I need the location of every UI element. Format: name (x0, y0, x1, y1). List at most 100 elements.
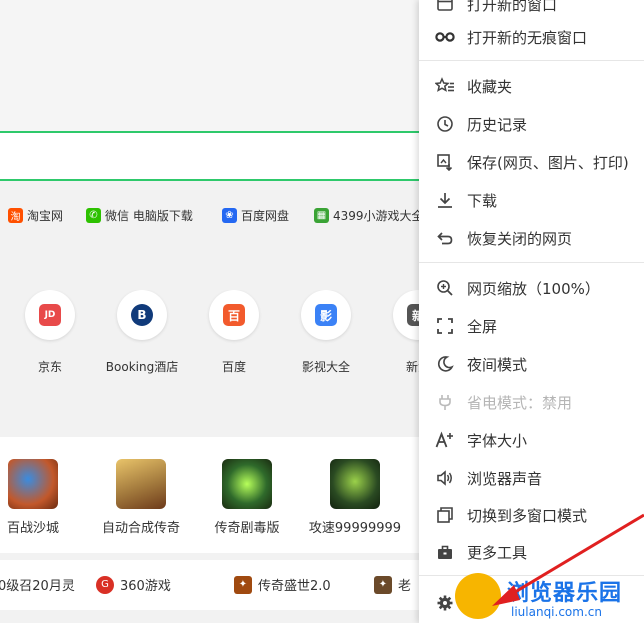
menu-item-history[interactable]: 历史记录 (419, 106, 644, 142)
wechat-icon: ✆ (86, 207, 101, 223)
game-label: 百战沙城 (6, 521, 59, 536)
menu-item-restore[interactable]: 恢复关闭的网页 (419, 220, 644, 256)
menu-item-label: 收藏夹 (467, 77, 513, 96)
menu-divider (419, 60, 644, 61)
menu-item-power-saving: 省电模式：禁用 (419, 384, 644, 420)
quick-link-4399[interactable]: ▦ 4399小游戏大全 (314, 200, 424, 230)
menu-item-zoom[interactable]: 网页缩放（100%） (419, 270, 644, 306)
menu-item-favorites[interactable]: 收藏夹 (419, 68, 644, 104)
menu-item-fullscreen[interactable]: 全屏 (419, 308, 644, 344)
window-icon (435, 0, 455, 14)
shortcut-label: 百度 (221, 360, 246, 374)
menu-item-multi-window[interactable]: 切换到多窗口模式 (419, 497, 644, 533)
font-size-icon (435, 430, 455, 450)
quick-link-wechat[interactable]: ✆ 微信 电脑版下载 (86, 200, 193, 230)
shortcut-jd[interactable]: JD 京东 (10, 290, 90, 375)
bottom-link-360[interactable]: G 360游戏 (96, 575, 171, 594)
game-label: 攻速99999999 (308, 521, 402, 536)
download-icon (435, 190, 455, 210)
video-logo-icon: 影 (315, 304, 337, 326)
game-label: 传奇剧毒版 (214, 521, 280, 536)
watermark-url: liulanqi.com.cn (511, 605, 602, 619)
shortcut-booking[interactable]: B Booking酒店 (102, 290, 182, 375)
quick-link-taobao[interactable]: 淘 淘宝网 (8, 200, 63, 230)
bottom-link-label: 360游戏 (120, 579, 171, 594)
browser-main-menu: 打开新的窗口 打开新的无痕窗口 收藏夹 历史记录 保存(网页、图片、打印) 下载 (419, 0, 644, 623)
shortcut-circle: JD (25, 290, 75, 340)
watermark-title: 浏览器乐园 (507, 581, 623, 606)
games-panel: 百战沙城 自动合成传奇 传奇剧毒版 攻速99999999 (0, 437, 420, 553)
menu-item-sound[interactable]: 浏览器声音 (419, 460, 644, 496)
game-item[interactable]: 攻速99999999 (300, 459, 410, 536)
shortcut-grid: JD 京东 B Booking酒店 百 百度 影 影视大全 新 新浪 (0, 290, 440, 380)
menu-item-label: 字体大小 (467, 431, 528, 450)
menu-item-incognito[interactable]: 打开新的无痕窗口 (419, 19, 644, 55)
game-item[interactable]: 自动合成传奇 (86, 459, 196, 536)
menu-item-save[interactable]: 保存(网页、图片、打印) (419, 144, 644, 180)
quick-link-label: 百度网盘 (241, 208, 290, 223)
bottom-link-label: 老 (398, 579, 412, 594)
search-input[interactable] (0, 131, 466, 181)
toolbox-icon (435, 542, 455, 562)
incognito-icon (435, 27, 455, 47)
game-logo-icon: ✦ (374, 575, 392, 594)
menu-item-font-size[interactable]: 字体大小 (419, 422, 644, 458)
menu-item-label: 下载 (467, 191, 498, 210)
quick-link-baidu-pan[interactable]: ❀ 百度网盘 (222, 200, 289, 230)
shortcut-label: 京东 (37, 360, 62, 374)
shortcut-video[interactable]: 影 影视大全 (286, 290, 366, 375)
shortcut-circle: 影 (301, 290, 351, 340)
save-icon (435, 152, 455, 172)
zoom-icon (435, 278, 455, 298)
menu-item-more-tools[interactable]: 更多工具 (419, 534, 644, 570)
menu-divider (419, 262, 644, 263)
menu-item-download[interactable]: 下载 (419, 182, 644, 218)
bottom-links: 0级召20月灵 G 360游戏 ✦ 传奇盛世2.0 ✦ 老 (0, 560, 440, 610)
bottom-link-chuanqi[interactable]: ✦ 传奇盛世2.0 (234, 575, 331, 594)
menu-item-label: 保存(网页、图片、打印) (467, 153, 629, 172)
star-list-icon (435, 76, 455, 96)
game-logo-icon: ✦ (234, 575, 252, 594)
quick-links-bar: 淘 淘宝网 ✆ 微信 电脑版下载 ❀ 百度网盘 ▦ 4399小游戏大全 (0, 200, 440, 230)
shortcut-label: Booking酒店 (105, 360, 179, 374)
plug-icon (435, 392, 455, 412)
watermark: 浏览器乐园 liulanqi.com.cn (455, 573, 644, 623)
moon-icon (435, 354, 455, 374)
bottom-link-label: 传奇盛世2.0 (258, 579, 331, 594)
taobao-icon: 淘 (8, 207, 23, 223)
shortcut-label: 影视大全 (301, 360, 350, 374)
menu-item-night[interactable]: 夜间模式 (419, 346, 644, 382)
menu-item-label: 夜间模式 (467, 355, 528, 374)
game-item[interactable]: 百战沙城 (0, 459, 88, 536)
menu-item-label: 网页缩放（100%） (467, 279, 600, 298)
menu-item-label: 切换到多窗口模式 (467, 506, 588, 525)
shortcut-baidu[interactable]: 百 百度 (194, 290, 274, 375)
shortcut-circle: B (117, 290, 167, 340)
menu-item-label: 历史记录 (467, 115, 528, 134)
menu-item-label: 打开新的无痕窗口 (467, 28, 588, 47)
game-thumbnail (116, 459, 166, 509)
bottom-link-label: 0级召20月灵 (0, 579, 75, 594)
baidu-paw-icon: ❀ (222, 207, 237, 223)
game-thumbnail (222, 459, 272, 509)
menu-item-label: 全屏 (467, 317, 498, 336)
game-label: 自动合成传奇 (101, 521, 180, 536)
quick-link-label: 4399小游戏大全 (333, 208, 424, 223)
bottom-link[interactable]: 0级召20月灵 (0, 575, 75, 594)
undo-icon (435, 228, 455, 248)
shortcut-circle: 百 (209, 290, 259, 340)
game-thumbnail (8, 459, 58, 509)
clock-icon (435, 114, 455, 134)
menu-item-label: 更多工具 (467, 543, 528, 562)
booking-logo-icon: B (131, 304, 153, 326)
menu-item-label: 打开新的窗口 (467, 0, 558, 14)
speaker-icon (435, 468, 455, 488)
quick-link-label: 微信 电脑版下载 (105, 208, 193, 223)
360-game-icon: G (96, 575, 114, 594)
quick-link-label: 淘宝网 (27, 208, 64, 223)
menu-item-label: 恢复关闭的网页 (467, 229, 573, 248)
bottom-link-lao[interactable]: ✦ 老 (374, 575, 411, 594)
game-item[interactable]: 传奇剧毒版 (192, 459, 302, 536)
baidu-logo-icon: 百 (223, 304, 245, 326)
4399-icon: ▦ (314, 207, 329, 223)
